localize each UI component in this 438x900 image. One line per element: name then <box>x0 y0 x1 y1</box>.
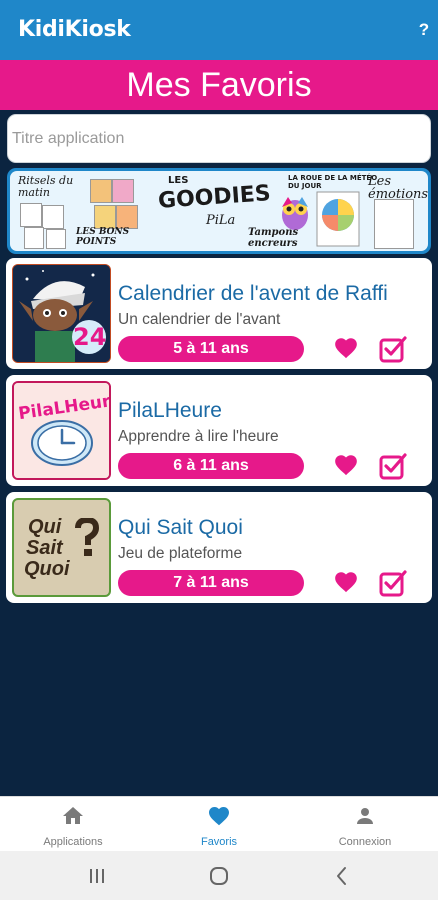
help-button[interactable]: ? <box>410 10 438 50</box>
nav-connexion[interactable]: Connexion <box>292 797 438 852</box>
home-button-icon[interactable] <box>207 864 231 888</box>
banner-wheel-icon <box>316 191 360 247</box>
back-icon[interactable] <box>330 864 354 888</box>
favorite-card[interactable]: Qui Sait Quoi Qui Sait Quoi Jeu de plate… <box>6 492 432 603</box>
app-thumbnail: Qui Sait Quoi <box>12 498 111 597</box>
app-subtitle: Apprendre à lire l'heure <box>118 428 279 445</box>
checkbox-icon[interactable] <box>379 452 407 480</box>
page-title: Mes Favoris <box>0 60 438 110</box>
banner-les-text: LES <box>168 175 189 186</box>
heart-icon[interactable] <box>333 569 359 595</box>
banner-owl-icon <box>282 197 308 230</box>
bottom-navigation: Applications Favoris Connexion <box>0 796 438 852</box>
system-navigation-bar <box>0 851 438 900</box>
favorite-card[interactable]: 24 Calendrier de l'avent de Raffi Un cal… <box>6 258 432 369</box>
app-thumbnail: PilaLHeure <box>12 381 111 480</box>
age-badge: 6 à 11 ans <box>118 453 304 479</box>
nav-favoris[interactable]: Favoris <box>146 797 292 852</box>
thumb-text-sait: Sait <box>26 537 63 559</box>
heart-icon[interactable] <box>333 452 359 478</box>
banner-bons-points-text: LES BONS POINTS <box>76 227 130 247</box>
banner-tampons-text: Tampons encreurs <box>248 227 299 249</box>
thumb-number: 24 <box>73 323 107 351</box>
banner-image: Ritsels du matin LES BONS POINTS LES GOO… <box>10 171 428 251</box>
nav-label: Connexion <box>338 836 392 848</box>
app-title: PilaLHeure <box>118 399 222 422</box>
banner-card <box>112 179 134 203</box>
recent-apps-icon[interactable] <box>85 864 109 888</box>
banner-goodies-text: GOODIES <box>157 181 272 214</box>
thumb-text-quoi: Quoi <box>24 558 70 580</box>
thumb-text-qui: Qui <box>28 516 62 538</box>
search-input[interactable] <box>8 115 414 162</box>
banner-card <box>90 179 112 203</box>
app-title: Calendrier de l'avent de Raffi <box>118 282 388 305</box>
app-title: Qui Sait Quoi <box>118 516 243 539</box>
banner-card <box>116 205 138 229</box>
age-badge: 7 à 11 ans <box>118 570 304 596</box>
banner-card <box>20 203 42 227</box>
banner-card <box>374 199 414 249</box>
app-title: KidiKiosk <box>18 17 131 42</box>
heart-icon <box>209 807 229 826</box>
banner-card <box>42 205 64 229</box>
banner-emotions-text: Les émotions <box>368 174 428 202</box>
home-icon <box>63 807 83 824</box>
heart-icon[interactable] <box>333 335 359 361</box>
app-subtitle: Jeu de plateforme <box>118 545 243 562</box>
checkbox-icon[interactable] <box>379 569 407 597</box>
question-mark-icon <box>75 518 100 556</box>
age-badge: 5 à 11 ans <box>118 336 304 362</box>
banner-brand-text: PiLa <box>206 213 236 228</box>
favorite-card[interactable]: PilaLHeure PilaLHeure Apprendre à lire l… <box>6 375 432 486</box>
banner-ritsels-text: Ritsels du matin <box>18 174 74 199</box>
person-icon <box>357 808 373 824</box>
nav-label: Favoris <box>200 836 238 848</box>
app-thumbnail: 24 <box>12 264 111 363</box>
banner-card <box>94 205 116 229</box>
checkbox-icon[interactable] <box>379 335 407 363</box>
app-bar: KidiKiosk ? <box>0 0 438 60</box>
banner-card <box>24 227 44 249</box>
app-subtitle: Un calendrier de l'avant <box>118 311 281 328</box>
nav-label: Applications <box>43 836 103 848</box>
banner-card <box>46 229 66 249</box>
promo-banner[interactable]: Ritsels du matin LES BONS POINTS LES GOO… <box>7 168 431 254</box>
search-box <box>7 114 431 163</box>
nav-applications[interactable]: Applications <box>0 797 146 852</box>
